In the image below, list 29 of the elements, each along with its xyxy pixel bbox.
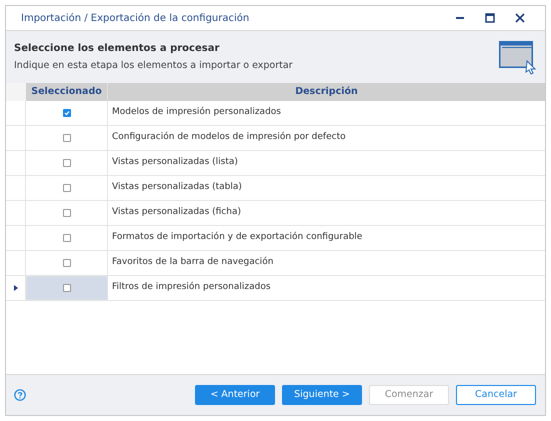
help-icon[interactable]	[14, 389, 26, 401]
maximize-icon[interactable]	[485, 13, 495, 23]
checkbox[interactable]	[63, 284, 71, 292]
checkbox[interactable]	[62, 159, 70, 167]
table-cell-text: Filtros de impresión personalizados	[111, 280, 272, 294]
table-cell-text: Configuración de modelos de impresión por defecto	[111, 130, 347, 144]
checkbox[interactable]	[62, 134, 70, 142]
dialog-button[interactable]: Siguiente >	[282, 385, 362, 405]
window-title: Importación / Exportación de la configuración	[21, 12, 250, 26]
table-cell-text: Vistas personalizadas (ficha)	[111, 206, 242, 220]
table-cell-text: Vistas personalizadas (lista)	[111, 156, 239, 170]
checkbox[interactable]	[62, 109, 70, 117]
checkbox[interactable]	[62, 184, 70, 192]
table-cell-text: Favoritos de la barra de navegación	[111, 256, 274, 270]
dialog-button[interactable]: Comenzar	[369, 385, 449, 405]
step-title: Seleccione los elementos a procesar	[14, 42, 220, 56]
table-cell-text: Formatos de importación y de exportación configurable	[111, 230, 364, 244]
table-cell-text: Modelos de impresión personalizados	[111, 106, 282, 120]
dialog-button[interactable]: Cancelar	[456, 385, 536, 405]
step-subtitle: Indique en esta etapa los elementos a importar o exportar	[14, 58, 294, 73]
windows-cursor-icon	[497, 39, 537, 75]
column-header: Seleccionado	[26, 83, 108, 101]
column-header: Descripción	[294, 84, 359, 99]
table-cell-text: Vistas personalizadas (tabla)	[111, 181, 243, 194]
dialog-button[interactable]: < Anterior	[195, 385, 275, 405]
checkbox[interactable]	[62, 209, 70, 217]
close-icon[interactable]	[515, 13, 525, 23]
checkbox[interactable]	[62, 259, 70, 267]
checkbox[interactable]	[62, 234, 70, 242]
